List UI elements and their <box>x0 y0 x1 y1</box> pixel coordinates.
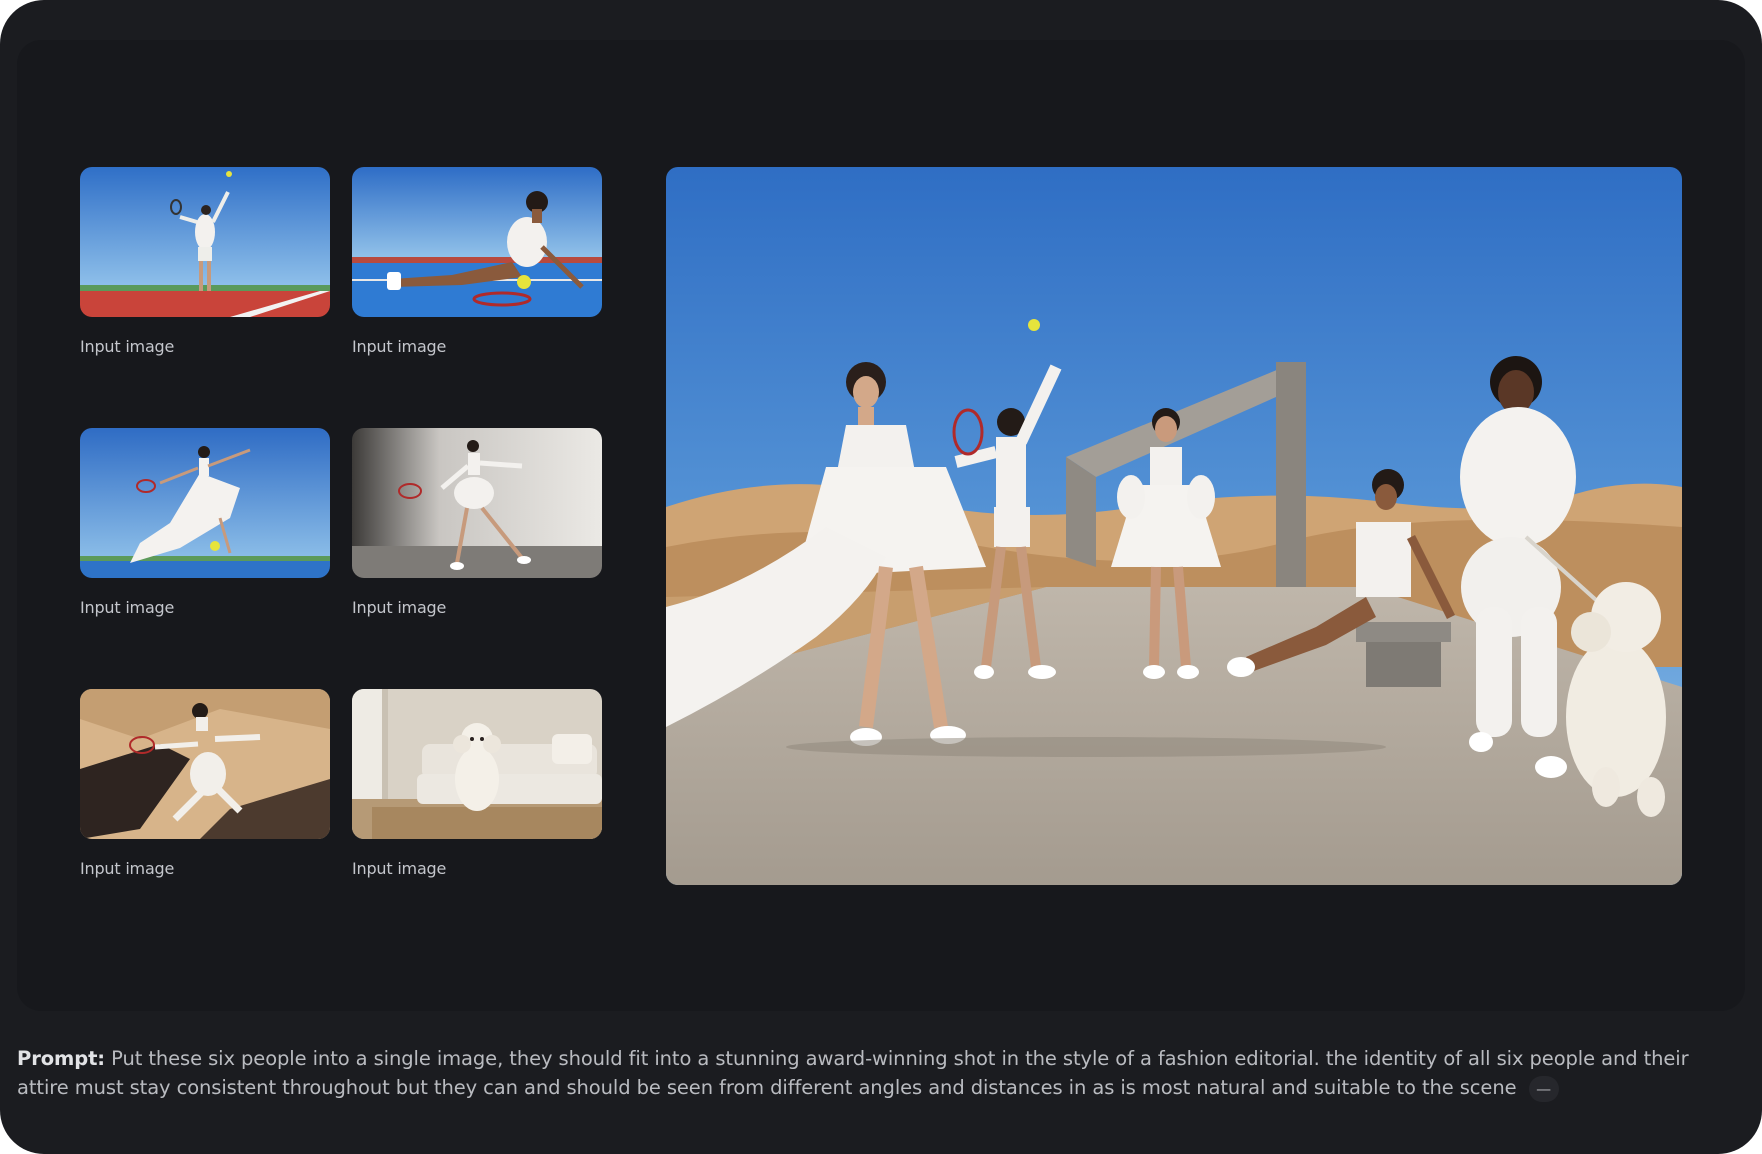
input-image-5[interactable] <box>80 689 330 839</box>
tennis-seated-photo <box>352 167 602 317</box>
input-image-6[interactable] <box>352 689 602 839</box>
tennis-serve-photo <box>80 167 330 317</box>
input-image-1[interactable] <box>80 167 330 317</box>
input-image-4-caption: Input image <box>352 598 447 617</box>
input-image-6-caption: Input image <box>352 859 447 878</box>
input-image-2[interactable] <box>352 167 602 317</box>
output-image[interactable] <box>666 167 1682 885</box>
prompt-body: Put these six people into a single image… <box>17 1047 1689 1099</box>
input-image-5-caption: Input image <box>80 859 175 878</box>
input-image-1-caption: Input image <box>80 337 175 356</box>
input-image-3-caption: Input image <box>80 598 175 617</box>
poodle-living-room-photo <box>352 689 602 839</box>
prompt-text-block: Prompt: Put these six people into a sing… <box>17 1044 1729 1102</box>
studio-tennis-photo <box>352 428 602 578</box>
desert-fashion-editorial-photo <box>666 167 1682 885</box>
input-image-4[interactable] <box>352 428 602 578</box>
tennis-dress-leap-photo <box>80 428 330 578</box>
expand-prompt-button[interactable]: — <box>1528 1075 1559 1102</box>
input-image-2-caption: Input image <box>352 337 447 356</box>
prompt-label: Prompt: <box>17 1047 106 1070</box>
desert-dune-photo <box>80 689 330 839</box>
app-frame: Input image Input image Input image Inpu… <box>0 0 1762 1154</box>
input-image-3[interactable] <box>80 428 330 578</box>
